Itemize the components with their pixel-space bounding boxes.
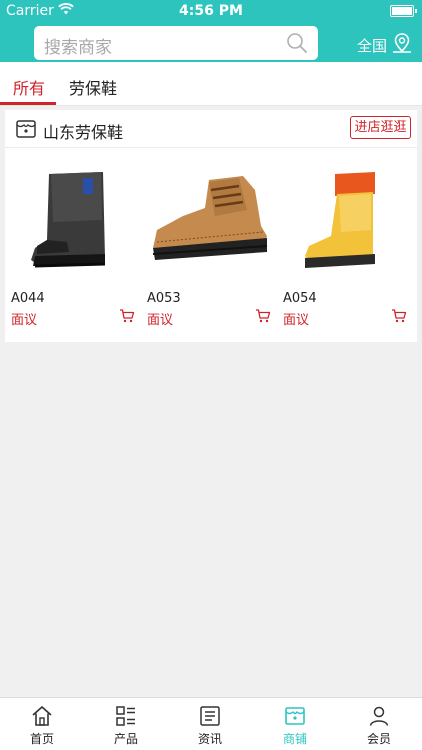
store-icon <box>283 704 307 728</box>
category-tabs: 所有 劳保鞋 <box>0 62 422 106</box>
tabbar-label: 商铺 <box>282 732 307 746</box>
region-selector[interactable]: 全国 <box>357 32 413 58</box>
cart-icon[interactable] <box>391 308 407 328</box>
product-price: 面议 <box>283 313 310 328</box>
search-placeholder: 搜索商家 <box>44 38 112 58</box>
product-card[interactable]: A053 面议 <box>143 160 275 332</box>
tabbar-label: 资讯 <box>197 732 222 746</box>
tabbar-item-home[interactable]: 首页 <box>0 698 84 750</box>
battery-icon <box>390 5 417 17</box>
search-input[interactable]: 搜索商家 <box>34 26 318 60</box>
shop-card: 山东劳保鞋 进店逛逛 A044 面议 A053 面议 A054 面议 <box>5 110 417 342</box>
tabbar-item-member[interactable]: 会员 <box>337 698 421 750</box>
news-icon <box>198 704 222 728</box>
tab-safety-shoes[interactable]: 劳保鞋 <box>69 75 117 99</box>
product-card[interactable]: A054 面议 <box>279 160 411 332</box>
status-time: 4:56 PM <box>179 3 243 19</box>
product-code: A053 <box>147 291 181 306</box>
shop-name[interactable]: 山东劳保鞋 <box>43 119 123 143</box>
region-label: 全国 <box>357 36 388 55</box>
user-icon <box>367 704 391 728</box>
tab-all[interactable]: 所有 <box>13 75 45 99</box>
bottom-tab-bar: 首页 产品 资讯 商铺 会员 <box>0 697 422 750</box>
grid-list-icon <box>114 704 138 728</box>
status-bar: Carrier 4:56 PM <box>0 0 422 22</box>
tabbar-label: 会员 <box>366 732 391 746</box>
tab-active-indicator <box>0 102 56 105</box>
product-image-black-boot[interactable] <box>7 160 139 284</box>
product-card[interactable]: A044 面议 <box>7 160 139 332</box>
header-bar: Carrier 4:56 PM 搜索商家 全国 <box>0 0 422 62</box>
tabbar-item-store[interactable]: 商铺 <box>253 698 337 750</box>
tabbar-label: 产品 <box>113 732 138 746</box>
tabbar-item-products[interactable]: 产品 <box>84 698 168 750</box>
tabbar-item-news[interactable]: 资讯 <box>168 698 252 750</box>
product-code: A044 <box>11 291 45 306</box>
product-image-yellow-boot[interactable] <box>279 160 411 284</box>
product-image-brown-shoe[interactable] <box>143 160 275 284</box>
home-icon <box>30 704 54 728</box>
product-code: A054 <box>283 291 317 306</box>
cart-icon[interactable] <box>255 308 271 328</box>
enter-store-button[interactable]: 进店逛逛 <box>350 116 411 139</box>
tabbar-label: 首页 <box>29 732 54 746</box>
product-price: 面议 <box>147 313 174 328</box>
store-icon <box>15 118 37 144</box>
cart-icon[interactable] <box>119 308 135 328</box>
map-pin-icon <box>391 32 413 58</box>
shop-header: 山东劳保鞋 进店逛逛 <box>5 110 417 148</box>
search-icon[interactable] <box>286 32 308 58</box>
product-price: 面议 <box>11 313 38 328</box>
